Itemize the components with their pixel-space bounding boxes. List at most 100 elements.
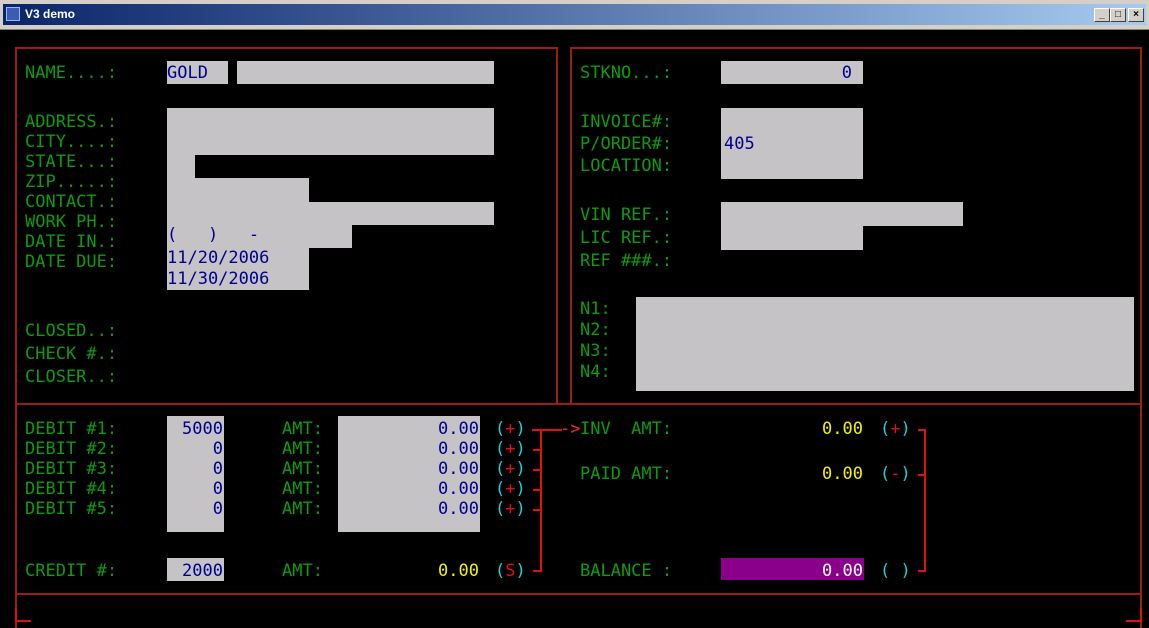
balance-sign: ( ) [880, 561, 911, 581]
n3-label: N3: [580, 341, 611, 361]
amt-label: AMT: [282, 439, 323, 459]
totals-bracket-tick [918, 429, 926, 431]
credit-label: CREDIT #: [25, 561, 118, 581]
lic-ref-label: LIC REF.: [580, 228, 673, 248]
bracket-tick [533, 489, 541, 491]
debit-amount: 0.00 [438, 499, 479, 519]
debit-code: 0 [212, 459, 223, 479]
debit-sign: (+) [495, 460, 526, 478]
credit-sign: (S) [495, 561, 526, 581]
sign-text: (+) [495, 419, 526, 439]
window-title: V3 demo [25, 7, 76, 21]
bracket-tick [533, 449, 541, 451]
corner-right-foot [1126, 620, 1142, 622]
contact-label: CONTACT.: [25, 192, 118, 212]
sign-text: (+) [495, 459, 526, 479]
debit-label: DEBIT #3: [25, 459, 118, 479]
debit-amount: 0.00 [438, 459, 479, 479]
work-phone-value: ( ) - [167, 225, 260, 245]
ref-label: REF ###.: [580, 251, 673, 271]
app-icon [6, 7, 20, 21]
balance-label: BALANCE : [580, 561, 673, 581]
sign-text: (+) [495, 479, 526, 499]
debit-code: 5000 [182, 419, 223, 439]
debit-label: DEBIT #2: [25, 439, 118, 459]
lic-ref-field[interactable] [721, 226, 863, 250]
inv-amt-sign: (+) [880, 419, 911, 439]
bracket-tick [533, 469, 541, 471]
closed-label: CLOSED..: [25, 321, 118, 341]
inv-amt-label: INV AMT: [580, 419, 673, 439]
paid-amt-value: 0.00 [822, 464, 863, 484]
debit-label: DEBIT #5: [25, 499, 118, 519]
debit-code: 0 [212, 479, 223, 499]
sign-text: (+) [495, 439, 526, 459]
n4-label: N4: [580, 362, 611, 382]
maximize-button[interactable]: □ [1110, 8, 1126, 22]
state-label: STATE...: [25, 152, 118, 172]
porder-label: P/ORDER#: [580, 134, 673, 154]
date-due-value: 11/30/2006 [167, 269, 270, 289]
date-in-label: DATE IN.: [25, 232, 118, 252]
balance-value: 0.00 [822, 561, 863, 581]
totals-bracket-tick [918, 474, 926, 476]
bracket-tick [533, 509, 541, 511]
debit-code: 0 [212, 439, 223, 459]
state-field[interactable] [167, 155, 195, 178]
zip-field[interactable] [167, 178, 309, 202]
vin-ref-label: VIN REF.: [580, 205, 673, 225]
invoice-label: INVOICE#: [580, 112, 673, 132]
debit-label: DEBIT #4: [25, 479, 118, 499]
debit-label: DEBIT #1: [25, 419, 118, 439]
debit-sign: (+) [495, 420, 526, 438]
credit-amt-label: AMT: [282, 561, 323, 581]
amt-label: AMT: [282, 459, 323, 479]
bracket-arrow-line [532, 429, 562, 431]
porder-value: 405 [724, 134, 755, 154]
contact-field[interactable] [167, 202, 494, 225]
sign-text: (+) [495, 499, 526, 519]
debit-amount: 0.00 [438, 479, 479, 499]
closer-label: CLOSER..: [25, 367, 118, 387]
title-bar: V3 demo _ □ × [0, 0, 1149, 30]
amt-label: AMT: [282, 419, 323, 439]
debit-code: 0 [212, 499, 223, 519]
corner-left-foot [15, 620, 31, 622]
debit-sign: (+) [495, 480, 526, 498]
stkno-label: STKNO...: [580, 63, 673, 83]
date-due-label: DATE DUE: [25, 252, 118, 272]
console-screen: NAME....: GOLD ADDRESS.: CITY....: STATE… [0, 30, 1149, 628]
n1-label: N1: [580, 299, 611, 319]
debit-sign: (+) [495, 500, 526, 518]
address-field[interactable] [167, 108, 494, 155]
name-value: GOLD [167, 63, 208, 83]
debit-amount: 0.00 [438, 419, 479, 439]
vin-ref-field[interactable] [721, 202, 963, 226]
date-in-value: 11/20/2006 [167, 248, 270, 268]
credit-amount: 0.00 [438, 561, 479, 581]
amt-label: AMT: [282, 499, 323, 519]
paid-amt-label: PAID AMT: [580, 464, 673, 484]
debit-sign: (+) [495, 440, 526, 458]
minimize-button[interactable]: _ [1094, 8, 1110, 22]
close-button[interactable]: × [1128, 8, 1144, 22]
status-panel [15, 593, 1142, 628]
name-field-ext[interactable] [237, 61, 494, 84]
paid-amt-sign: (-) [880, 464, 911, 484]
bracket-tick [533, 570, 541, 572]
location-label: LOCATION: [580, 156, 673, 176]
debit-amount: 0.00 [438, 439, 479, 459]
bracket-arrow: -> [560, 419, 581, 439]
stkno-value: 0 [841, 63, 852, 83]
amt-label: AMT: [282, 479, 323, 499]
address-label: ADDRESS.: [25, 112, 118, 132]
totals-bracket-tick [918, 570, 926, 572]
city-label: CITY....: [25, 132, 118, 152]
title-bar-gradient: V3 demo _ □ × [3, 4, 1146, 25]
check-label: CHECK #.: [25, 344, 118, 364]
n2-label: N2: [580, 320, 611, 340]
notes-field[interactable] [636, 297, 1134, 391]
inv-amt-value: 0.00 [822, 419, 863, 439]
totals-bracket-vertical [924, 429, 926, 572]
text-cursor [228, 63, 237, 81]
